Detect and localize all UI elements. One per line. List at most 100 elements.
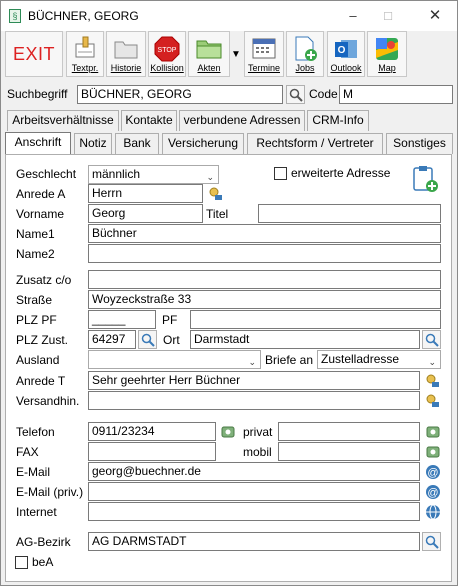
phone-icon	[426, 426, 440, 438]
exit-button[interactable]: EXIT	[5, 31, 63, 77]
outlook-button-label: Outlook	[330, 63, 362, 73]
tab-verbundene-adressen[interactable]: verbundene Adressen	[179, 110, 305, 131]
versandhin-input[interactable]	[88, 391, 420, 410]
email-priv-input[interactable]	[88, 482, 420, 501]
outlook-button[interactable]: O Outlook	[327, 31, 365, 77]
map-button-label: Map	[378, 63, 396, 73]
anrede-a-label: Anrede A	[16, 187, 66, 201]
ag-bezirk-search-button[interactable]	[422, 532, 441, 551]
geschlecht-label: Geschlecht	[16, 167, 77, 181]
briefe-an-select[interactable]: Zustelladresse ⌄	[317, 350, 441, 369]
internet-open-button[interactable]	[423, 502, 442, 521]
termine-button[interactable]: Termine	[244, 31, 284, 77]
zusatz-input[interactable]	[88, 270, 441, 289]
window-title: BÜCHNER, GEORG	[28, 9, 139, 23]
privat-input[interactable]	[278, 422, 420, 441]
versandhin-lookup-button[interactable]	[423, 391, 442, 410]
name2-label: Name2	[16, 247, 55, 261]
akten-button[interactable]: Akten	[188, 31, 230, 77]
phone-icon	[426, 446, 440, 458]
email-input[interactable]: georg@buechner.de	[88, 462, 420, 481]
map-button[interactable]: Map	[367, 31, 407, 77]
suchbegriff-label: Suchbegriff	[7, 87, 68, 101]
plz-zust-input[interactable]: 64297	[88, 330, 136, 349]
erweiterte-adresse-checkbox[interactable]	[274, 167, 287, 180]
folder-icon	[114, 41, 138, 59]
minimize-button[interactable]: –	[339, 5, 367, 27]
tab-notiz[interactable]: Notiz	[74, 133, 112, 154]
calendar-icon	[252, 38, 276, 59]
code-input[interactable]: M	[339, 85, 453, 104]
name2-input[interactable]	[88, 244, 441, 263]
privat-dial-button[interactable]	[423, 422, 442, 441]
green-folder-icon	[196, 40, 222, 59]
search-button[interactable]	[286, 85, 305, 104]
textpr-button[interactable]: Textpr.	[66, 31, 104, 77]
mobil-dial-button[interactable]	[423, 442, 442, 461]
ort-label: Ort	[163, 333, 180, 347]
brush-lookup-icon	[426, 394, 439, 407]
title-bar: § BÜCHNER, GEORG – □ ✕	[1, 1, 457, 31]
internet-input[interactable]	[88, 502, 420, 521]
fax-input[interactable]	[88, 442, 216, 461]
kollision-button[interactable]: STOP Kollision	[148, 31, 186, 77]
pf-input[interactable]	[190, 310, 441, 329]
tab-sonstiges[interactable]: Sonstiges	[386, 133, 453, 154]
outlook-icon: O	[335, 40, 357, 58]
maximize-button[interactable]: □	[374, 5, 402, 27]
titel-label: Titel	[206, 207, 229, 221]
at-sign-icon: @	[426, 485, 440, 499]
tab-kontakte[interactable]: Kontakte	[121, 110, 177, 131]
mobil-input[interactable]	[278, 442, 420, 461]
svg-text:@: @	[427, 487, 438, 499]
telefon-input[interactable]: 0911/23234	[88, 422, 216, 441]
search-icon	[425, 333, 439, 347]
tab-rechtsform-vertreter[interactable]: Rechtsform / Vertreter	[247, 133, 383, 154]
plz-search-button[interactable]	[138, 330, 157, 349]
bea-checkbox[interactable]	[15, 556, 28, 569]
ort-input[interactable]: Darmstadt	[190, 330, 420, 349]
search-icon	[141, 333, 155, 347]
fax-label: FAX	[16, 445, 39, 459]
text-processor-icon	[75, 36, 95, 58]
tab-bank[interactable]: Bank	[115, 133, 159, 154]
stop-sign-icon: STOP	[154, 36, 180, 62]
ag-bezirk-input[interactable]: AG DARMSTADT	[88, 532, 420, 551]
geschlecht-value: männlich	[92, 167, 141, 181]
geschlecht-select[interactable]: männlich ⌄	[88, 165, 219, 184]
email-priv-send-button[interactable]: @	[423, 482, 442, 501]
suchbegriff-input[interactable]: BÜCHNER, GEORG	[77, 85, 283, 104]
anrede-a-input[interactable]: Herrn	[88, 184, 203, 203]
plz-pf-input[interactable]: _____	[88, 310, 156, 329]
add-clipboard-button[interactable]	[410, 164, 440, 194]
strasse-input[interactable]: Woyzeckstraße 33	[88, 290, 441, 309]
strasse-label: Straße	[16, 293, 53, 307]
historie-button-label: Historie	[110, 63, 142, 73]
at-sign-icon: @	[426, 465, 440, 479]
mobil-label: mobil	[243, 445, 272, 459]
telefon-dial-button[interactable]	[218, 422, 237, 441]
tab-anschrift[interactable]: Anschrift	[5, 132, 71, 155]
jobs-button[interactable]: Jobs	[286, 31, 324, 77]
close-button[interactable]: ✕	[421, 5, 449, 27]
application-window: § BÜCHNER, GEORG – □ ✕ EXIT Textpr. Hist…	[0, 0, 458, 586]
email-priv-label: E-Mail (priv.)	[16, 485, 84, 499]
titel-input[interactable]	[258, 204, 441, 223]
vorname-input[interactable]: Georg	[88, 204, 203, 223]
name1-input[interactable]: Büchner	[88, 224, 441, 243]
ort-search-button[interactable]	[422, 330, 441, 349]
ag-bezirk-label: AG-Bezirk	[16, 535, 71, 549]
tab-crm-info[interactable]: CRM-Info	[307, 110, 369, 131]
telefon-label: Telefon	[16, 425, 55, 439]
akten-dropdown-arrow[interactable]: ▼	[231, 49, 241, 60]
anrede-a-lookup-button[interactable]	[206, 184, 225, 203]
anrede-t-input[interactable]: Sehr geehrter Herr Büchner	[88, 371, 420, 390]
email-send-button[interactable]: @	[423, 462, 442, 481]
tab-versicherung[interactable]: Versicherung	[162, 133, 244, 154]
historie-button[interactable]: Historie	[106, 31, 146, 77]
ausland-select[interactable]: ⌄	[88, 350, 261, 369]
tab-arbeitsverhaeltnisse[interactable]: Arbeitsverhältnisse	[7, 110, 119, 131]
kollision-button-label: Kollision	[150, 63, 184, 73]
email-label: E-Mail	[16, 465, 51, 479]
anrede-t-lookup-button[interactable]	[423, 371, 442, 390]
